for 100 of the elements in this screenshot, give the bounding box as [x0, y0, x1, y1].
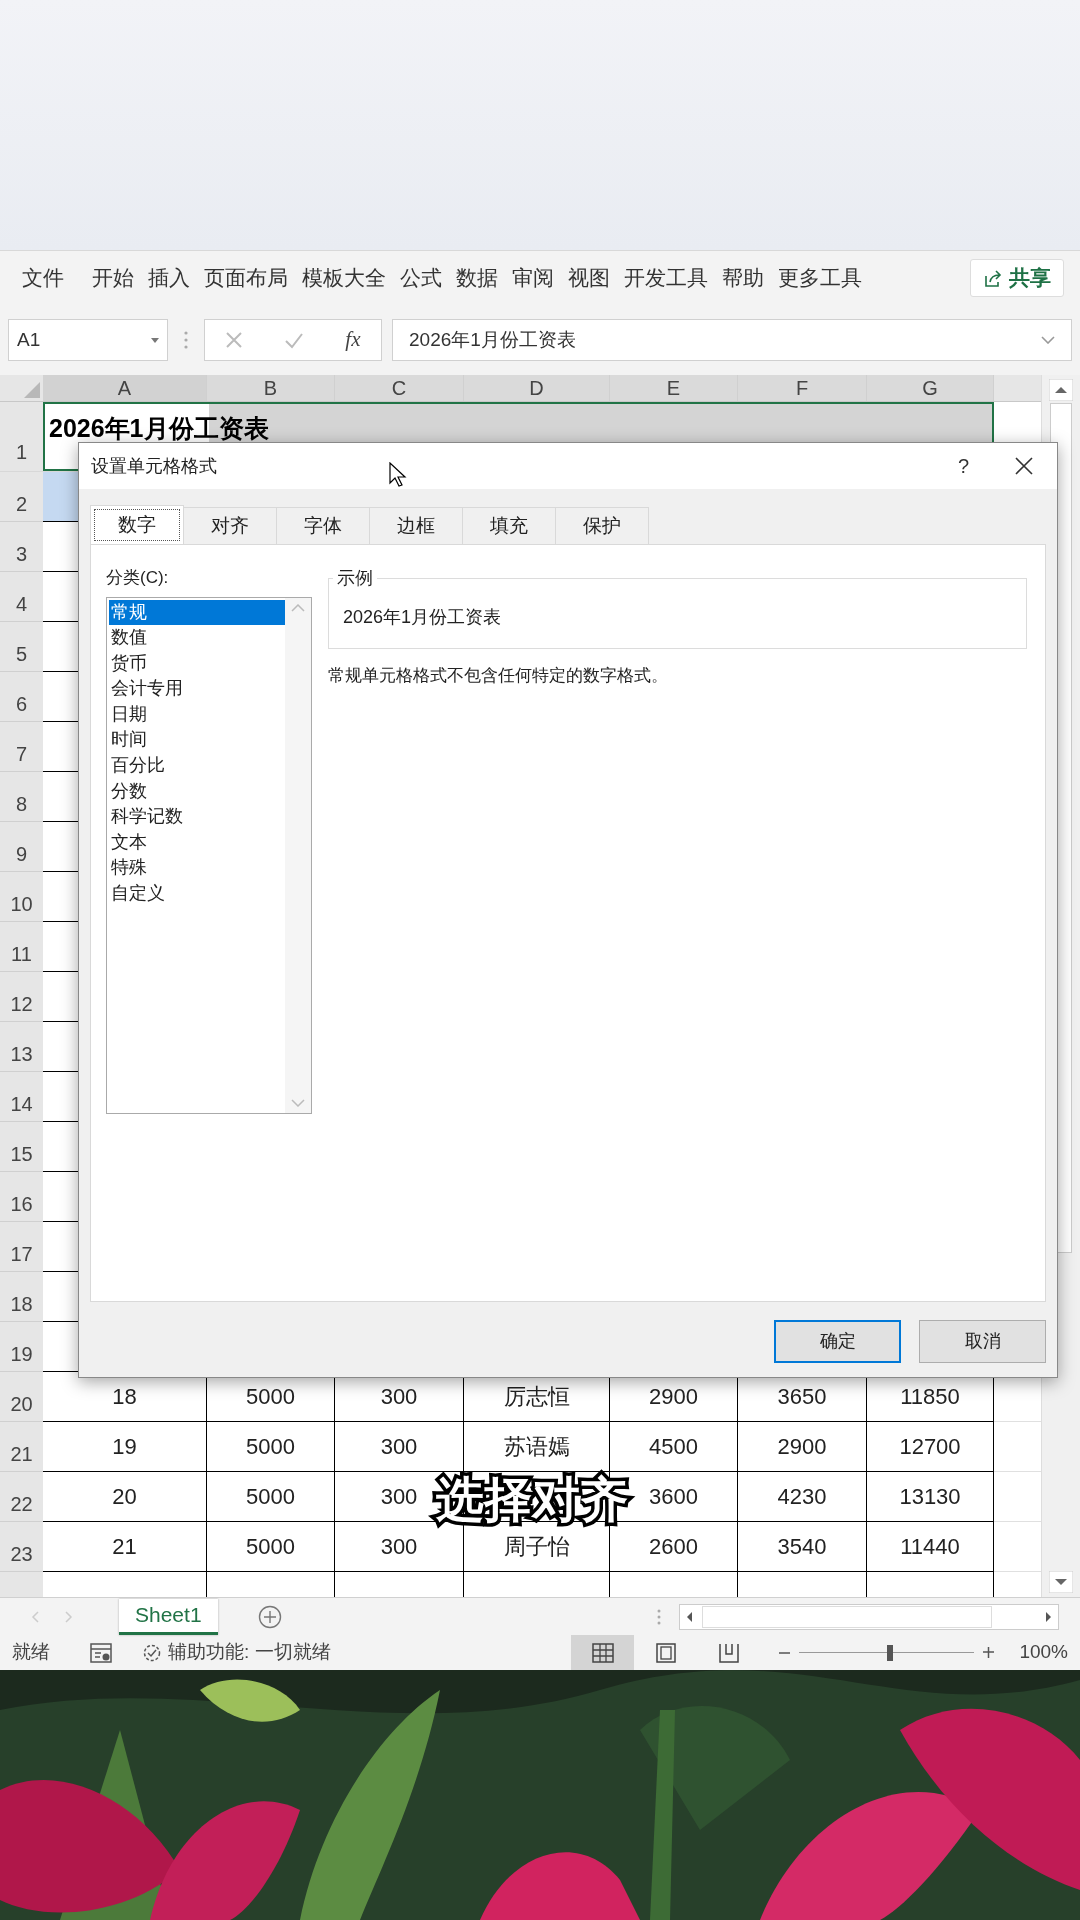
row-number[interactable]: 1 — [0, 402, 43, 471]
row-number[interactable]: 6 — [0, 672, 43, 722]
menu-item[interactable]: 帮助 — [722, 262, 764, 294]
category-item[interactable]: 文本 — [109, 829, 285, 856]
add-sheet-icon[interactable] — [257, 1604, 282, 1629]
zoom-in-icon[interactable] — [982, 1646, 996, 1659]
column-header[interactable]: B — [207, 375, 335, 401]
view-icon — [654, 1642, 677, 1663]
column-header[interactable]: D — [464, 375, 610, 401]
menu-item[interactable]: 开发工具 — [624, 262, 708, 294]
scroll-down-icon[interactable] — [1049, 1571, 1073, 1593]
row-number[interactable]: 16 — [0, 1172, 43, 1222]
row-number[interactable]: 11 — [0, 922, 43, 972]
share-icon — [983, 268, 1003, 288]
row-number[interactable]: 14 — [0, 1072, 43, 1122]
table-cell: 21 — [43, 1522, 207, 1572]
category-item[interactable]: 数值 — [109, 625, 285, 651]
check-icon[interactable] — [284, 331, 305, 349]
grip-icon — [184, 331, 188, 349]
menu-item[interactable]: 更多工具 — [778, 262, 862, 294]
scroll-up-icon[interactable] — [1049, 379, 1073, 401]
table-cell: 5000 — [207, 1422, 335, 1472]
category-item[interactable]: 科学记数 — [109, 804, 285, 830]
row-number[interactable]: 23 — [0, 1522, 43, 1572]
menu-item[interactable]: 页面布局 — [204, 262, 288, 294]
category-item[interactable]: 会计专用 — [109, 676, 285, 702]
row-number[interactable]: 21 — [0, 1422, 43, 1472]
help-button[interactable]: ? — [957, 451, 969, 481]
row-number[interactable]: 8 — [0, 772, 43, 822]
zoom-level[interactable]: 100% — [1019, 1638, 1068, 1667]
category-item[interactable]: 常规 — [109, 599, 285, 626]
dialog-title: 设置单元格格式 — [91, 454, 217, 478]
row-number[interactable]: 3 — [0, 522, 43, 572]
row-number[interactable]: 4 — [0, 572, 43, 622]
row-number[interactable]: 12 — [0, 972, 43, 1022]
row-number[interactable]: 7 — [0, 722, 43, 772]
row-number[interactable]: 19 — [0, 1322, 43, 1372]
grip-icon — [656, 1607, 661, 1626]
column-header[interactable]: E — [610, 375, 738, 401]
dialog-tab[interactable]: 数字 — [90, 505, 184, 545]
column-header[interactable]: A — [43, 375, 207, 401]
macro-record-icon[interactable] — [90, 1641, 112, 1664]
row-number[interactable]: 18 — [0, 1272, 43, 1322]
view-icon — [717, 1642, 740, 1663]
row-number[interactable]: 2 — [0, 472, 43, 522]
row-number[interactable]: 17 — [0, 1222, 43, 1272]
table-cell: 11440 — [867, 1522, 994, 1572]
row-number[interactable]: 20 — [0, 1372, 43, 1422]
column-header[interactable]: G — [867, 375, 994, 401]
sheet-tab[interactable]: Sheet1 — [119, 1598, 218, 1635]
accessibility-status[interactable]: 辅助功能: 一切就绪 — [168, 1638, 331, 1667]
category-item[interactable]: 特殊 — [109, 855, 285, 882]
category-item[interactable]: 自定义 — [109, 881, 285, 907]
dialog-button[interactable]: 确定 — [774, 1320, 901, 1363]
menu-item[interactable]: 视图 — [568, 262, 610, 294]
menu-item[interactable]: 插入 — [148, 262, 190, 294]
menu-item[interactable]: 文件 — [22, 262, 64, 294]
status-text: 就绪 — [12, 1640, 50, 1665]
zoom-slider-thumb[interactable] — [887, 1644, 894, 1661]
menu-item[interactable]: 开始 — [92, 262, 134, 294]
table-cell: 19 — [43, 1422, 207, 1472]
category-label: 分类(C): — [106, 567, 170, 589]
row-number[interactable]: 13 — [0, 1022, 43, 1072]
caret-icon — [151, 337, 159, 343]
scroll-thumb[interactable] — [701, 1605, 992, 1628]
row-number[interactable]: 22 — [0, 1472, 43, 1522]
category-item[interactable]: 分数 — [109, 778, 285, 805]
table-cell: 4230 — [738, 1472, 867, 1522]
menu-item[interactable]: 模板大全 — [302, 262, 386, 294]
title-cell: 2026年1月份工资表 — [49, 416, 269, 441]
table-cell: 20 — [43, 1472, 207, 1522]
sample-value: 2026年1月份工资表 — [343, 606, 502, 629]
menu-item[interactable]: 公式 — [400, 262, 442, 294]
expand-icon — [1041, 336, 1055, 344]
dialog-button[interactable]: 取消 — [919, 1320, 1046, 1363]
column-header[interactable]: F — [738, 375, 867, 401]
row-number[interactable]: 9 — [0, 822, 43, 872]
accessibility-icon[interactable] — [142, 1642, 162, 1663]
format-description: 常规单元格格式不包含任何特定的数字格式。 — [328, 665, 669, 687]
menu-item[interactable]: 数据 — [456, 262, 498, 294]
function-button[interactable]: fx — [345, 324, 361, 356]
menu-item[interactable]: 审阅 — [512, 262, 554, 294]
category-item[interactable]: 日期 — [109, 701, 285, 728]
row-number[interactable]: 5 — [0, 622, 43, 672]
table-cell: 12700 — [867, 1422, 994, 1472]
view-icon — [591, 1642, 614, 1663]
dialog-tab[interactable]: 保护 — [555, 507, 649, 545]
category-item[interactable]: 时间 — [109, 727, 285, 754]
category-item[interactable]: 百分比 — [109, 753, 285, 779]
table-cell: 5000 — [207, 1522, 335, 1572]
share-button[interactable]: 共享 — [970, 259, 1064, 297]
column-header[interactable]: C — [335, 375, 464, 401]
name-box[interactable]: A1 — [8, 319, 168, 361]
view-button[interactable] — [571, 1635, 635, 1670]
row-number[interactable]: 15 — [0, 1122, 43, 1172]
row-number[interactable]: 10 — [0, 872, 43, 922]
formula-field[interactable]: 2026年1月份工资表 — [392, 319, 1072, 361]
category-item[interactable]: 货币 — [109, 650, 285, 677]
table-cell: 13130 — [867, 1472, 994, 1522]
close-icon[interactable] — [1015, 457, 1033, 475]
